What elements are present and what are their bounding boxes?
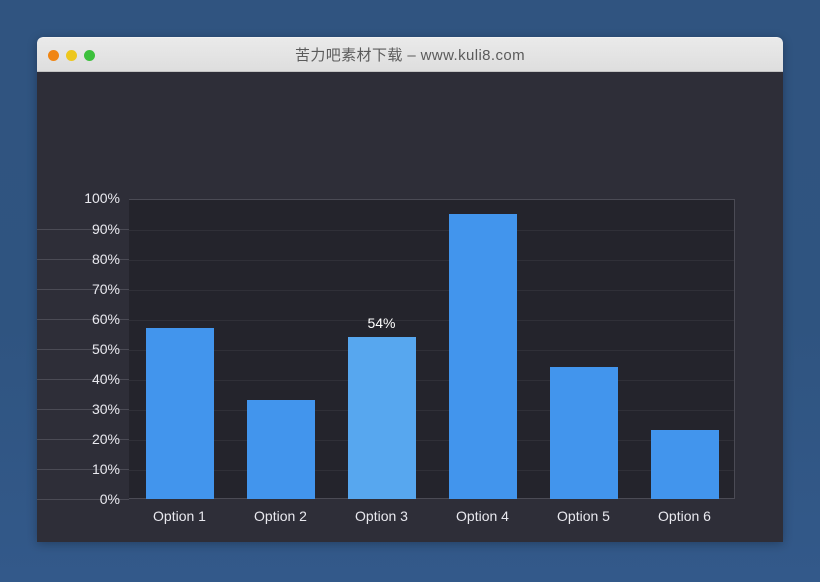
y-axis-tick: 60%	[37, 311, 129, 327]
bar[interactable]	[448, 214, 517, 499]
bar[interactable]	[145, 328, 214, 499]
bar[interactable]	[246, 400, 315, 499]
bar-column[interactable]: 54%	[331, 199, 432, 499]
y-axis-tick-label: 70%	[91, 281, 120, 297]
bar-column[interactable]	[230, 199, 331, 499]
window-titlebar[interactable]: 苦力吧素材下载 – www.kuli8.com	[37, 37, 783, 72]
x-axis: Option 1 Option 2 Option 3 Option 4 Option 5…	[129, 508, 735, 524]
y-axis-tick: 10%	[37, 461, 129, 477]
x-axis-label-4: Option 4	[456, 508, 509, 524]
y-axis-tick-label: 10%	[91, 461, 120, 477]
bar-value-label: 54%	[367, 315, 396, 331]
y-axis-tick: 0%	[37, 491, 129, 507]
y-axis-tick: 90%	[37, 221, 129, 237]
window-title: 苦力吧素材下载 – www.kuli8.com	[294, 47, 526, 64]
x-axis-label-5: Option 5	[557, 508, 610, 524]
bar-chart: 100% 90% 80% 70% 60% 50% 40% 30% 20% 10% 0% 54% Op…	[37, 72, 783, 542]
window-controls	[48, 38, 95, 73]
y-axis-tick-label: 40%	[91, 371, 120, 387]
bar-column[interactable]	[129, 199, 230, 499]
bar[interactable]	[549, 367, 618, 499]
y-axis-tick-label: 0%	[99, 491, 120, 507]
y-axis-tick-label: 20%	[91, 431, 120, 447]
y-axis-tick: 20%	[37, 431, 129, 447]
y-axis: 100% 90% 80% 70% 60% 50% 40% 30% 20% 10% 0%	[37, 190, 129, 507]
close-button[interactable]	[48, 50, 59, 61]
desktop-background: 苦力吧素材下载 – www.kuli8.com 100% 90% 80% 70% 60%…	[0, 0, 820, 582]
bar-column[interactable]	[432, 199, 533, 499]
y-axis-tick-label: 90%	[91, 221, 120, 237]
bar-series: 54%	[129, 199, 735, 499]
y-axis-tick-label: 80%	[91, 251, 120, 267]
x-axis-label-2: Option 2	[254, 508, 307, 524]
y-axis-tick: 30%	[37, 401, 129, 417]
y-axis-tick: 70%	[37, 281, 129, 297]
x-axis-label-1: Option 1	[153, 508, 206, 524]
window-body: 100% 90% 80% 70% 60% 50% 40% 30% 20% 10% 0% 54% Op…	[37, 72, 783, 542]
maximize-button[interactable]	[84, 50, 95, 61]
application-window: 苦力吧素材下载 – www.kuli8.com 100% 90% 80% 70% 60%…	[37, 37, 783, 542]
y-axis-tick-label: 60%	[91, 311, 120, 327]
y-axis-tick: 40%	[37, 371, 129, 387]
bar[interactable]: 54%	[347, 315, 416, 499]
y-axis-tick-label: 50%	[91, 341, 120, 357]
y-axis-tick: 80%	[37, 251, 129, 267]
bar-column[interactable]	[634, 199, 735, 499]
bar-column[interactable]	[533, 199, 634, 499]
y-axis-tick-label: 30%	[91, 401, 120, 417]
x-axis-label-6: Option 6	[658, 508, 711, 524]
minimize-button[interactable]	[66, 50, 77, 61]
x-axis-label-3: Option 3	[355, 508, 408, 524]
y-axis-tick-label: 100%	[84, 190, 120, 206]
y-axis-tick: 50%	[37, 341, 129, 357]
bar[interactable]	[650, 430, 719, 499]
